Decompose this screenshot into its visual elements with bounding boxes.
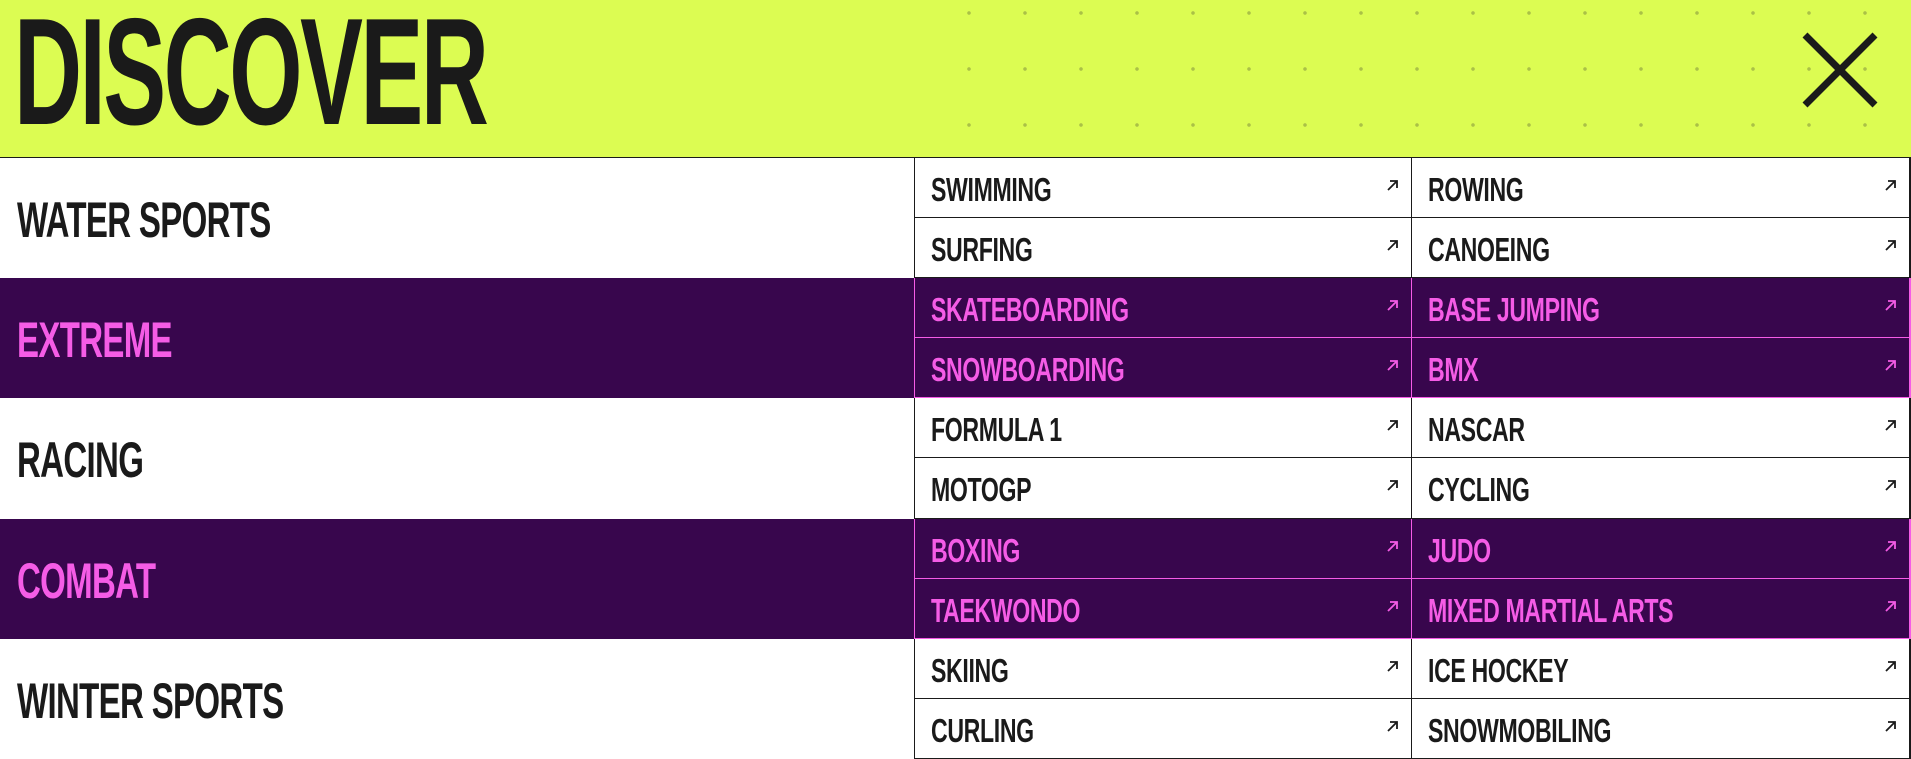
subcategory-label: BASE JUMPING [1428,291,1600,329]
subcategory-label: JUDO [1428,531,1491,569]
subcategory-grid: FORMULA 1 NASCAR MOTOGP CYCLING [914,398,1911,519]
subcategory-label: SNOWBOARDING [931,351,1125,389]
discover-menu: DISCOVER WATER SPORTS SWIMMING ROWING SURFI… [0,0,1911,759]
arrow-up-right-icon [1386,179,1399,192]
arrow-up-right-icon [1386,660,1399,673]
arrow-up-right-icon [1884,419,1897,432]
subcategory-label: SKATEBOARDING [931,291,1129,329]
category-row: WATER SPORTS SWIMMING ROWING SURFING CANOEIN… [0,158,1911,279]
category-row: COMBAT BOXING JUDO TAEKWONDO MIXED MARTIAL A… [0,518,1911,639]
subcategory-link[interactable]: BASE JUMPING [1412,278,1911,339]
category-name[interactable]: EXTREME [17,312,173,368]
arrow-up-right-icon [1884,660,1897,673]
subcategory-label: SURFING [931,231,1033,269]
subcategory-label: CURLING [931,711,1034,749]
arrow-up-right-icon [1884,600,1897,613]
subcategory-link[interactable]: SNOWMOBILING [1412,698,1911,759]
subcategory-label: BMX [1428,351,1479,389]
subcategory-link[interactable]: TAEKWONDO [915,578,1412,639]
subcategory-link[interactable]: JUDO [1412,518,1911,579]
category-row: RACING FORMULA 1 NASCAR MOTOGP CYCLING [0,398,1911,519]
subcategory-label: BOXING [931,531,1021,569]
arrow-up-right-icon [1884,479,1897,492]
subcategory-link[interactable]: FORMULA 1 [915,398,1412,459]
subcategory-label: CANOEING [1428,231,1550,269]
subcategory-label: NASCAR [1428,411,1525,449]
subcategory-link[interactable]: CANOEING [1412,218,1911,279]
arrow-up-right-icon [1386,359,1399,372]
subcategory-label: SWIMMING [931,171,1052,208]
subcategory-link[interactable]: ROWING [1412,158,1911,219]
arrow-up-right-icon [1386,239,1399,252]
category-name[interactable]: WATER SPORTS [17,192,271,248]
subcategory-link[interactable]: MOTOGP [915,458,1412,519]
subcategory-grid: SKATEBOARDING BASE JUMPING SNOWBOARDING BMX [914,278,1911,399]
subcategory-label: ROWING [1428,171,1524,208]
subcategory-link[interactable]: NASCAR [1412,398,1911,459]
subcategory-label: ICE HOCKEY [1428,651,1569,689]
subcategory-link[interactable]: ICE HOCKEY [1412,638,1911,699]
category-list: WATER SPORTS SWIMMING ROWING SURFING CANOEIN… [0,158,1911,759]
subcategory-link[interactable]: SKIING [915,638,1412,699]
subcategory-label: FORMULA 1 [931,411,1062,449]
subcategory-link[interactable]: SNOWBOARDING [915,338,1412,399]
arrow-up-right-icon [1386,600,1399,613]
close-button[interactable] [1795,25,1885,115]
category-row: EXTREME SKATEBOARDING BASE JUMPING SNOWBOAR… [0,278,1911,399]
arrow-up-right-icon [1884,359,1897,372]
subcategory-grid: SWIMMING ROWING SURFING CANOEING [914,158,1911,279]
subcategory-link[interactable]: CURLING [915,698,1412,759]
subcategory-grid: BOXING JUDO TAEKWONDO MIXED MARTIAL ARTS [914,518,1911,639]
arrow-up-right-icon [1386,540,1399,553]
arrow-up-right-icon [1386,479,1399,492]
subcategory-label: MOTOGP [931,471,1032,509]
category-name[interactable]: RACING [17,432,144,488]
subcategory-label: TAEKWONDO [931,591,1081,629]
arrow-up-right-icon [1884,239,1897,252]
subcategory-label: CYCLING [1428,471,1530,509]
category-name[interactable]: WINTER SPORTS [17,673,284,729]
subcategory-link[interactable]: SWIMMING [915,158,1412,219]
category-row: WINTER SPORTS SKIING ICE HOCKEY CURLING SNOW… [0,638,1911,759]
subcategory-label: SNOWMOBILING [1428,711,1612,749]
subcategory-link[interactable]: MIXED MARTIAL ARTS [1412,578,1911,639]
category-name[interactable]: COMBAT [17,553,156,609]
arrow-up-right-icon [1884,179,1897,192]
arrow-up-right-icon [1386,419,1399,432]
page-title: DISCOVER [14,0,489,157]
arrow-up-right-icon [1884,540,1897,553]
subcategory-link[interactable]: BMX [1412,338,1911,399]
arrow-up-right-icon [1884,299,1897,312]
subcategory-label: MIXED MARTIAL ARTS [1428,591,1674,629]
subcategory-label: SKIING [931,651,1009,689]
arrow-up-right-icon [1386,720,1399,733]
close-icon [1802,32,1878,108]
subcategory-link[interactable]: SKATEBOARDING [915,278,1412,339]
subcategory-link[interactable]: SURFING [915,218,1412,279]
arrow-up-right-icon [1386,299,1399,312]
arrow-up-right-icon [1884,720,1897,733]
subcategory-link[interactable]: BOXING [915,518,1412,579]
subcategory-grid: SKIING ICE HOCKEY CURLING SNOWMOBILING [914,638,1911,759]
header: DISCOVER [0,0,1911,158]
subcategory-link[interactable]: CYCLING [1412,458,1911,519]
